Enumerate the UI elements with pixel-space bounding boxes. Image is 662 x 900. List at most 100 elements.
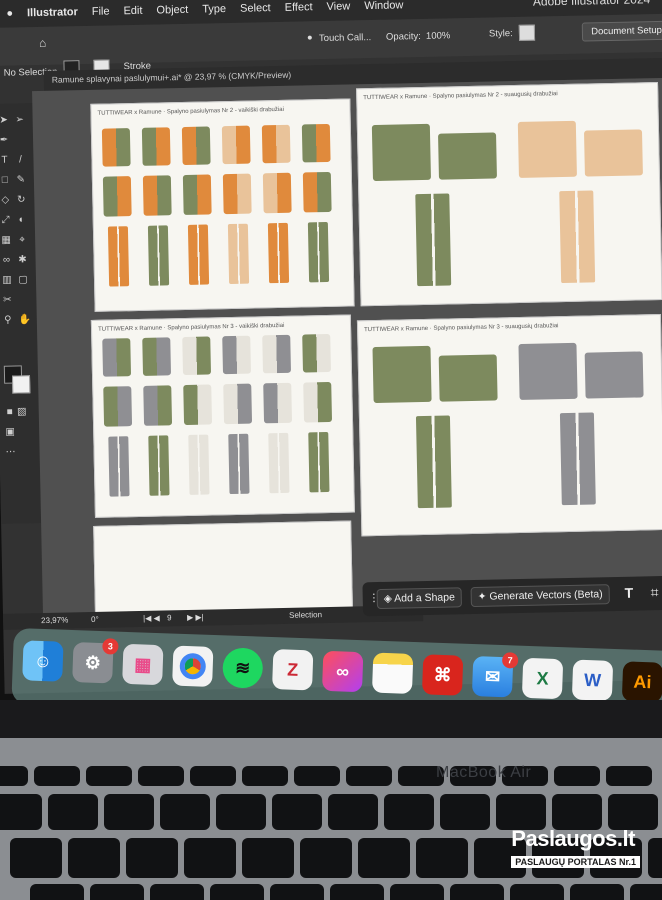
menu-type[interactable]: Type [202, 3, 226, 15]
word-icon[interactable]: W [571, 659, 614, 701]
artboard-adults-3[interactable]: TUTTIWEAR x Ramune · Spalyno pasiulymas … [356, 314, 662, 537]
rotate-tool-icon[interactable]: ↻ [16, 194, 26, 205]
menu-object[interactable]: Object [156, 4, 188, 17]
top-sketch [302, 171, 332, 213]
shape-builder-icon[interactable]: ◐ [17, 214, 27, 225]
pants-sketch [148, 435, 170, 496]
home-icon[interactable]: ⌂ [39, 36, 47, 50]
artboard-kids-2[interactable]: TUTTIWEAR x Ramune · Spalyno pasiulymas … [90, 98, 355, 312]
add-shape-button[interactable]: ◈ Add a Shape [376, 587, 463, 610]
top-sketch [438, 132, 497, 180]
pen-tool-icon[interactable]: ✒ [0, 135, 9, 146]
top-sketch [142, 175, 172, 216]
rotation-value[interactable]: 0° [91, 615, 99, 624]
top-sketch [101, 128, 131, 167]
document-setup-button[interactable]: Document Setup [581, 20, 662, 42]
style-swatch[interactable] [518, 24, 536, 41]
artboard-number[interactable]: 9 [167, 613, 172, 622]
pants-sketch [147, 225, 170, 286]
line-tool-icon[interactable]: / [15, 154, 25, 165]
zoom-level[interactable]: 23,97% [41, 615, 68, 625]
symbol-tool-icon[interactable]: ✱ [17, 254, 27, 265]
gradient-tool-icon[interactable]: ▦ [1, 235, 11, 246]
hand-tool-icon[interactable]: ✋ [19, 314, 32, 325]
launchpad-icon[interactable]: ▦ [122, 643, 164, 686]
top-sketch [518, 342, 578, 400]
pants-sketch [187, 224, 210, 285]
slice-tool-icon[interactable]: ✂ [2, 295, 12, 306]
rectangle-tool-icon[interactable]: □ [0, 175, 10, 186]
opacity-value[interactable]: 100% [426, 30, 451, 42]
excel-icon[interactable]: X [521, 657, 564, 700]
crop-icon[interactable]: ⌗ [651, 584, 659, 601]
more-tools-icon[interactable]: ⋯ [5, 447, 16, 458]
settings-icon[interactable]: ⚙ 3 [72, 638, 119, 684]
keyboard-key [606, 766, 652, 786]
eraser-tool-icon[interactable]: ◇ [0, 195, 10, 206]
top-sketch [222, 173, 252, 215]
keyboard-key [554, 766, 600, 786]
artboard-tool-icon[interactable]: ▢ [18, 274, 28, 285]
touch-brush-select[interactable]: Touch Call... [319, 32, 372, 44]
next-artboard-icon[interactable]: ▶ ▶| [187, 613, 204, 622]
blend-tool-icon[interactable]: ∞ [1, 255, 11, 266]
menu-edit[interactable]: Edit [123, 5, 142, 17]
menu-window[interactable]: Window [364, 0, 403, 12]
top-sketch [181, 126, 211, 166]
finder-icon[interactable]: ☺ [22, 640, 64, 682]
menu-app[interactable]: Illustrator [27, 6, 78, 19]
illustrator-icon[interactable]: Ai [621, 661, 662, 703]
zoom-tool-icon[interactable]: ⚲ [3, 315, 13, 326]
stroke-color-icon[interactable] [11, 375, 31, 394]
keyboard-key [216, 794, 266, 830]
top-sketch [584, 351, 644, 399]
acrobat-icon[interactable]: ⌘ [421, 654, 464, 696]
notification-badge: 3 [102, 638, 119, 655]
color-mode-icon[interactable]: ■ [5, 407, 15, 418]
document-tab[interactable]: Ramune splavynai paslulymui+.ai* @ 23,97… [52, 70, 292, 85]
notes-icon[interactable] [371, 652, 414, 694]
brush-dot-icon[interactable]: ● [307, 32, 313, 43]
pants-sketch [228, 433, 250, 495]
keyboard-key [126, 838, 178, 878]
chrome-icon[interactable] [172, 645, 214, 687]
keyboard-key [648, 838, 662, 878]
pants-sketch [267, 222, 290, 284]
graph-tool-icon[interactable]: ▥ [2, 275, 12, 286]
eyedropper-icon[interactable]: ⌖ [17, 234, 27, 245]
keyboard-key [450, 884, 504, 900]
creative-cloud-icon[interactable]: ∞ [321, 650, 364, 693]
selection-tool-icon[interactable]: ➤ [0, 115, 9, 126]
watermark-name: Paslaugos.lt [511, 826, 635, 851]
top-sketch [262, 172, 292, 214]
mail-icon[interactable]: ✉ 7 [471, 652, 519, 698]
zotero-icon[interactable]: Z [272, 649, 314, 691]
brush-tool-icon[interactable]: ✎ [16, 174, 26, 185]
keyboard-key [630, 884, 662, 900]
screen-mode-icon[interactable]: ▣ [5, 427, 15, 438]
prev-artboard-icon[interactable]: |◀ ◀ [143, 614, 160, 623]
apple-icon[interactable]: ● [6, 8, 13, 20]
pants-sketch [227, 223, 250, 285]
canvas[interactable]: TUTTIWEAR x Ramune · Spalyno pasiulymas … [32, 77, 662, 624]
direct-selection-icon[interactable]: ➢ [15, 114, 25, 125]
type-tool-icon[interactable]: T [0, 155, 10, 166]
generate-vectors-button[interactable]: ✦ Generate Vectors (Beta) [470, 584, 610, 608]
gradient-mode-icon[interactable]: ▧ [17, 406, 27, 417]
keyboard-key [358, 838, 410, 878]
top-sketch [583, 129, 643, 177]
scale-tool-icon[interactable]: ⤢ [1, 215, 11, 226]
spotify-icon[interactable]: ≋ [222, 647, 264, 689]
pants-sketch [415, 193, 452, 287]
menu-select[interactable]: Select [240, 2, 271, 15]
top-sketch [182, 336, 212, 376]
type-icon[interactable]: T [625, 585, 634, 601]
keyboard-key [30, 884, 84, 900]
keyboard-key [160, 794, 210, 830]
garment-grid [91, 99, 349, 287]
menu-effect[interactable]: Effect [285, 1, 313, 14]
artboard-adults-2[interactable]: TUTTIWEAR x Ramune · Spalyno pasiulymas … [356, 82, 662, 307]
menu-view[interactable]: View [326, 0, 350, 12]
artboard-kids-3[interactable]: TUTTIWEAR x Ramune · Spalyno pasiulymas … [90, 314, 355, 518]
menu-file[interactable]: File [92, 6, 110, 18]
